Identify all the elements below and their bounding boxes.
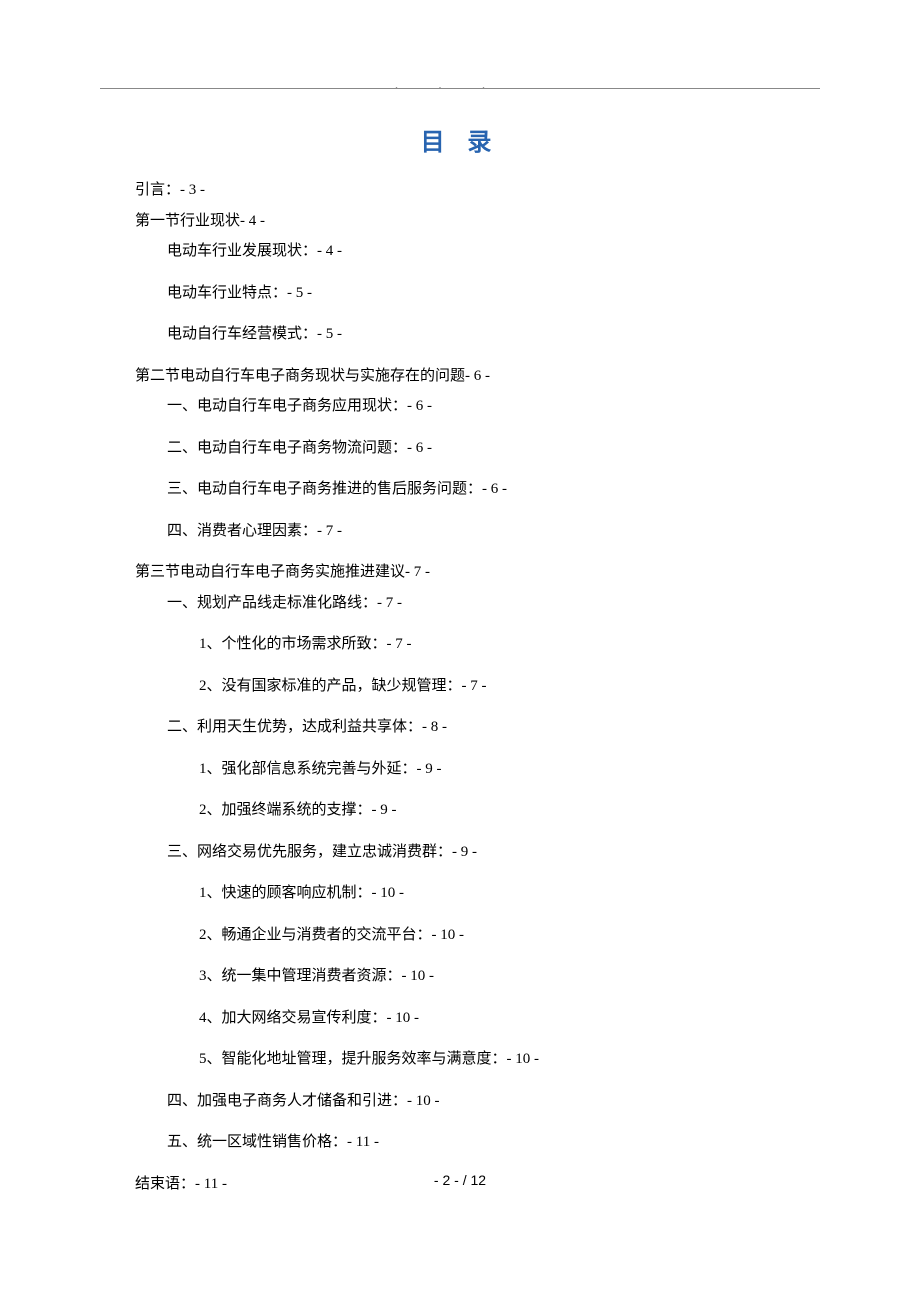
toc-entry: 一、电动自行车电子商务应用现状：- 6 -: [135, 395, 820, 418]
toc-entry: 二、电动自行车电子商务物流问题：- 6 -: [135, 437, 820, 460]
toc-entry: 三、电动自行车电子商务推进的售后服务问题：- 6 -: [135, 478, 820, 501]
toc-entry: 四、加强电子商务人才储备和引进：- 10 -: [135, 1090, 820, 1113]
toc-entry: 1、强化部信息系统完善与外延：- 9 -: [135, 758, 820, 781]
toc-entry: 二、利用天生优势，达成利益共享体：- 8 -: [135, 716, 820, 739]
toc-entry: 电动自行车经营模式：- 5 -: [135, 323, 820, 346]
toc-title: 目 录: [100, 122, 820, 157]
toc-entry: 1、个性化的市场需求所致：- 7 -: [135, 633, 820, 656]
toc-entry: 2、没有国家标准的产品，缺少规管理：- 7 -: [135, 675, 820, 698]
header-line: [100, 88, 820, 89]
toc-entry: 四、消费者心理因素：- 7 -: [135, 520, 820, 543]
toc-entry: 1、快速的顾客响应机制：- 10 -: [135, 882, 820, 905]
toc-entry: 第三节电动自行车电子商务实施推进建议- 7 -: [135, 561, 820, 584]
toc-entry: 电动车行业发展现状：- 4 -: [135, 240, 820, 263]
page-footer: - 2 - / 12: [0, 1172, 920, 1188]
toc-entry: 4、加大网络交易宣传利度：- 10 -: [135, 1007, 820, 1030]
toc-entry: 第一节行业现状- 4 -: [135, 210, 820, 233]
toc-entry: 引言：- 3 -: [135, 179, 820, 202]
table-of-contents: 引言：- 3 - 第一节行业现状- 4 - 电动车行业发展现状：- 4 - 电动车行业…: [100, 179, 820, 1195]
toc-entry: 5、智能化地址管理，提升服务效率与满意度：- 10 -: [135, 1048, 820, 1071]
toc-entry: 一、规划产品线走标准化路线：- 7 -: [135, 592, 820, 615]
header-dots: ...: [100, 78, 820, 94]
toc-entry: 三、网络交易优先服务，建立忠诚消费群：- 9 -: [135, 841, 820, 864]
toc-entry: 电动车行业特点：- 5 -: [135, 282, 820, 305]
toc-entry: 2、畅通企业与消费者的交流平台：- 10 -: [135, 924, 820, 947]
toc-entry: 3、统一集中管理消费者资源：- 10 -: [135, 965, 820, 988]
document-page: ... 目 录 引言：- 3 - 第一节行业现状- 4 - 电动车行业发展现状：- …: [0, 0, 920, 1243]
toc-entry: 五、统一区域性销售价格：- 11 -: [135, 1131, 820, 1154]
toc-entry: 第二节电动自行车电子商务现状与实施存在的问题- 6 -: [135, 365, 820, 388]
toc-entry: 2、加强终端系统的支撑：- 9 -: [135, 799, 820, 822]
